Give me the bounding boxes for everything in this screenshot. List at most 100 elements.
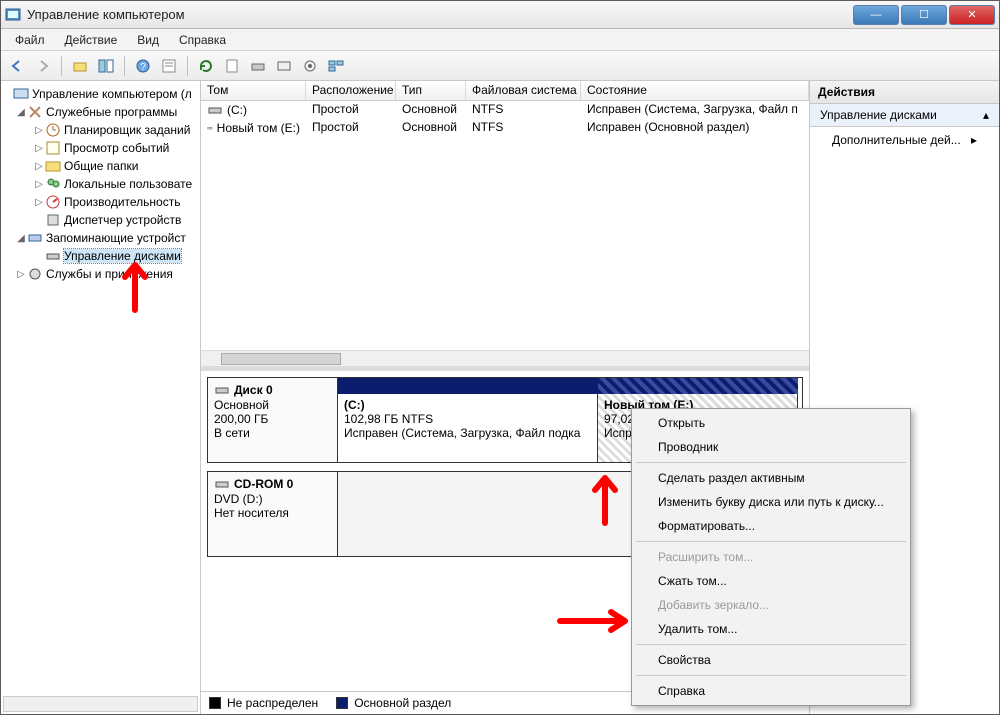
ctx-explorer[interactable]: Проводник	[634, 435, 908, 459]
tree-system-tools[interactable]: ◢ Служебные программы	[1, 103, 200, 121]
ctx-change-letter[interactable]: Изменить букву диска или путь к диску...	[634, 490, 908, 514]
export-button[interactable]	[222, 56, 242, 76]
tree-scrollbar[interactable]	[3, 696, 198, 712]
expand-icon[interactable]: ▷	[33, 161, 45, 172]
tree-device-manager[interactable]: Диспетчер устройств	[1, 211, 200, 229]
toolbar: ?	[1, 51, 999, 81]
expand-icon[interactable]: ▷	[33, 143, 45, 154]
ctx-help[interactable]: Справка	[634, 679, 908, 703]
tree-disk-management[interactable]: Управление дисками	[1, 247, 200, 265]
device-icon	[45, 212, 61, 228]
tree-task-scheduler[interactable]: ▷ Планировщик заданий	[1, 121, 200, 139]
actions-section[interactable]: Управление дисками ▴	[810, 104, 999, 127]
back-button[interactable]	[7, 56, 27, 76]
expand-icon[interactable]: ▷	[33, 179, 45, 190]
props-button[interactable]	[159, 56, 179, 76]
tree-performance[interactable]: ▷ Производительность	[1, 193, 200, 211]
col-type[interactable]: Тип	[396, 81, 466, 100]
cell-volume: (C:)	[201, 101, 306, 119]
view-icon[interactable]	[326, 56, 346, 76]
clock-icon	[45, 122, 61, 138]
cell-volume: Новый том (E:)	[201, 119, 306, 137]
actions-header: Действия	[810, 81, 999, 104]
volume-list[interactable]: Том Расположение Тип Файловая система Со…	[201, 81, 809, 371]
ctx-open[interactable]: Открыть	[634, 411, 908, 435]
toolbar-sep	[124, 56, 125, 76]
services-icon	[27, 266, 43, 282]
minimize-button[interactable]: —	[853, 5, 899, 25]
col-status[interactable]: Состояние	[581, 81, 809, 100]
up-button[interactable]	[70, 56, 90, 76]
table-row[interactable]: Новый том (E:)ПростойОсновнойNTFSИсправе…	[201, 119, 809, 137]
list-scrollbar[interactable]	[201, 350, 809, 366]
legend-primary: Основной раздел	[336, 696, 451, 710]
expand-icon[interactable]: ▷	[33, 125, 45, 136]
menu-view[interactable]: Вид	[129, 31, 167, 49]
storage-icon	[27, 230, 43, 246]
ctx-delete-volume[interactable]: Удалить том...	[634, 617, 908, 641]
toolbar-sep	[187, 56, 188, 76]
ctx-shrink[interactable]: Сжать том...	[634, 569, 908, 593]
cell-type: Основной	[396, 119, 466, 137]
ctx-extend: Расширить том...	[634, 545, 908, 569]
ctx-make-active[interactable]: Сделать раздел активным	[634, 466, 908, 490]
settings-icon[interactable]	[300, 56, 320, 76]
window-title: Управление компьютером	[27, 7, 851, 22]
partition[interactable]: (C:)102,98 ГБ NTFSИсправен (Система, Заг…	[338, 394, 598, 462]
cell-fs: NTFS	[466, 101, 581, 119]
legend-unallocated: Не распределен	[209, 696, 318, 710]
disk-info: CD-ROM 0DVD (D:)Нет носителя	[208, 472, 338, 556]
toolbar-sep	[61, 56, 62, 76]
disk-icon	[45, 248, 61, 264]
ctx-separator	[636, 541, 906, 542]
titlebar[interactable]: Управление компьютером — ☐ ✕	[1, 1, 999, 29]
svg-text:?: ?	[140, 62, 146, 73]
app-icon	[5, 7, 21, 23]
list-header: Том Расположение Тип Файловая система Со…	[201, 81, 809, 101]
event-icon	[45, 140, 61, 156]
cell-type: Основной	[396, 101, 466, 119]
actions-more[interactable]: Дополнительные дей... ▸	[810, 127, 999, 153]
ctx-properties[interactable]: Свойства	[634, 648, 908, 672]
tree-services[interactable]: ▷ Службы и приложения	[1, 265, 200, 283]
refresh-button[interactable]	[196, 56, 216, 76]
expand-icon[interactable]: ▷	[15, 269, 27, 280]
maximize-button[interactable]: ☐	[901, 5, 947, 25]
show-hide-tree-button[interactable]	[96, 56, 116, 76]
tree-storage[interactable]: ◢ Запоминающие устройст	[1, 229, 200, 247]
computer-icon	[13, 86, 29, 102]
cell-status: Исправен (Система, Загрузка, Файл п	[581, 101, 809, 119]
chevron-right-icon: ▸	[971, 133, 977, 147]
table-row[interactable]: (C:)ПростойОсновнойNTFSИсправен (Система…	[201, 101, 809, 119]
collapse-icon[interactable]: ◢	[15, 107, 27, 118]
tree[interactable]: Управление компьютером (л ◢ Служебные пр…	[1, 81, 201, 714]
ctx-separator	[636, 462, 906, 463]
menu-action[interactable]: Действие	[57, 31, 126, 49]
close-button[interactable]: ✕	[949, 5, 995, 25]
menu-file[interactable]: Файл	[7, 31, 53, 49]
collapse-icon[interactable]: ◢	[15, 233, 27, 244]
cell-status: Исправен (Основной раздел)	[581, 119, 809, 137]
help-button[interactable]: ?	[133, 56, 153, 76]
menu-help[interactable]: Справка	[171, 31, 234, 49]
cell-fs: NTFS	[466, 119, 581, 137]
cell-layout: Простой	[306, 119, 396, 137]
col-volume[interactable]: Том	[201, 81, 306, 100]
ctx-separator	[636, 675, 906, 676]
tree-root[interactable]: Управление компьютером (л	[1, 85, 200, 103]
tool-icon[interactable]	[274, 56, 294, 76]
tree-event-viewer[interactable]: ▷ Просмотр событий	[1, 139, 200, 157]
expand-icon[interactable]: ▷	[33, 197, 45, 208]
context-menu: Открыть Проводник Сделать раздел активны…	[631, 408, 911, 706]
list-body: (C:)ПростойОсновнойNTFSИсправен (Система…	[201, 101, 809, 350]
tool-icon[interactable]	[248, 56, 268, 76]
ctx-separator	[636, 644, 906, 645]
col-layout[interactable]: Расположение	[306, 81, 396, 100]
cell-layout: Простой	[306, 101, 396, 119]
ctx-format[interactable]: Форматировать...	[634, 514, 908, 538]
collapse-icon[interactable]: ▴	[983, 108, 989, 122]
col-filesystem[interactable]: Файловая система	[466, 81, 581, 100]
forward-button[interactable]	[33, 56, 53, 76]
tree-shared-folders[interactable]: ▷ Общие папки	[1, 157, 200, 175]
tree-local-users[interactable]: ▷ Локальные пользовате	[1, 175, 200, 193]
